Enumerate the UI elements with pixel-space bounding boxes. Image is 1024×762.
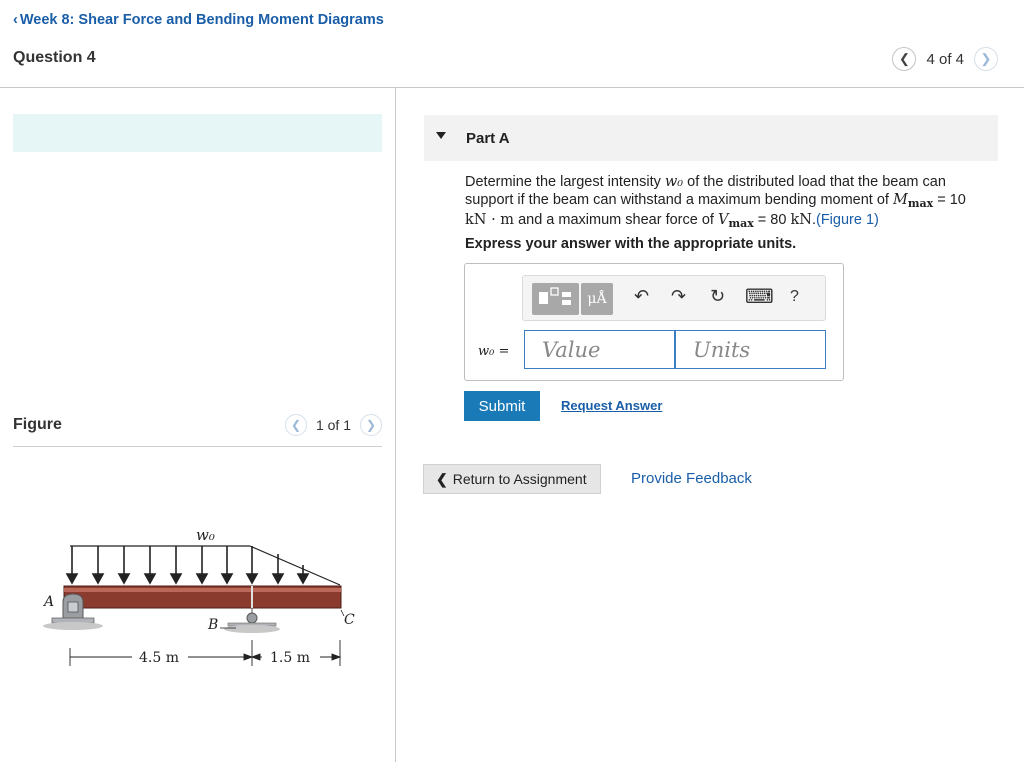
help-icon[interactable]: ? <box>790 288 799 306</box>
provide-feedback-link[interactable]: Provide Feedback <box>631 470 752 487</box>
next-question-button[interactable]: ❯ <box>974 47 998 71</box>
back-link-label: Week 8: Shear Force and Bending Moment D… <box>19 12 384 28</box>
problem-text-4: and a maximum shear force of <box>514 212 718 228</box>
unit-kn: kN <box>790 212 812 228</box>
load-arrows <box>65 546 310 585</box>
load-label: w₀ <box>196 526 215 544</box>
load-taper-line <box>249 545 341 586</box>
keyboard-icon[interactable]: ⌨ <box>745 284 774 308</box>
collapse-triangle-icon[interactable] <box>436 132 446 139</box>
answer-box: μÅ ↶ ↷ ↻ ⌨ ? w₀ = Value Units <box>464 263 844 381</box>
return-to-assignment-button[interactable]: ❮ Return to Assignment <box>423 464 601 494</box>
part-title: Part A <box>466 130 510 147</box>
problem-text-5: = 80 <box>753 212 791 228</box>
dimension-bc: 1.5 m <box>270 650 310 666</box>
units-input[interactable]: Units <box>675 330 826 369</box>
chevron-left-icon: ‹ <box>13 12 18 28</box>
question-pager-text: 4 of 4 <box>926 50 964 68</box>
dimension-ab: 4.5 m <box>139 650 179 666</box>
question-pager: ❮ 4 of 4 ❯ <box>892 47 998 71</box>
problem-text-1: Determine the largest intensity <box>465 174 665 190</box>
vmax-subscript: max <box>728 217 754 230</box>
templates-icon <box>539 287 571 305</box>
unit-kn-m: kN · m <box>465 212 515 228</box>
figure-1-link[interactable]: (Figure 1) <box>816 212 879 228</box>
request-answer-link[interactable]: Request Answer <box>561 398 662 413</box>
next-figure-button[interactable]: ❯ <box>360 414 382 436</box>
w0-label-text: w₀ = <box>478 344 510 359</box>
beam-figure: w₀ A B C 4.5 m 1.5 m <box>42 526 355 666</box>
problem-text-3: = 10 <box>933 191 966 208</box>
intro-banner <box>13 114 382 152</box>
chevron-left-icon: ❮ <box>436 470 448 487</box>
submit-button[interactable]: Submit <box>464 391 540 421</box>
top-bar: ‹ Week 8: Shear Force and Bending Moment … <box>0 0 1024 88</box>
value-input[interactable]: Value <box>524 330 675 369</box>
w0-symbol: w₀ <box>664 174 684 190</box>
problem-statement: Determine the largest intensity w₀ of th… <box>465 174 990 233</box>
label-a: A <box>42 594 54 610</box>
mmax-subscript: max <box>907 196 934 210</box>
label-b: B <box>207 617 218 633</box>
vmax-symbol: V <box>717 212 729 228</box>
units-button[interactable]: μÅ <box>581 283 613 315</box>
previous-question-button[interactable]: ❮ <box>892 47 917 71</box>
answer-instruction: Express your answer with the appropriate… <box>465 236 797 252</box>
beam-highlight <box>64 588 341 592</box>
chevron-left-icon: ❮ <box>899 51 910 66</box>
support-b <box>224 608 280 633</box>
right-pane: Part A Determine the largest intensity w… <box>396 88 1024 762</box>
answer-toolbar: μÅ ↶ ↷ ↻ ⌨ ? <box>522 275 826 321</box>
part-a-header[interactable]: Part A <box>424 115 998 161</box>
chevron-right-icon: ❯ <box>365 418 377 432</box>
mmax-symbol: M <box>892 191 908 208</box>
back-to-week-link[interactable]: ‹ Week 8: Shear Force and Bending Moment … <box>13 12 384 28</box>
reset-icon[interactable]: ↻ <box>710 286 725 307</box>
return-label: Return to Assignment <box>452 471 587 487</box>
templates-button[interactable] <box>532 283 579 315</box>
question-title: Question 4 <box>13 49 96 66</box>
undo-icon[interactable]: ↶ <box>634 286 649 307</box>
label-c: C <box>344 612 355 628</box>
w0-input-label: w₀ = <box>478 343 509 359</box>
redo-icon[interactable]: ↷ <box>671 286 686 307</box>
chevron-right-icon: ❯ <box>980 51 992 66</box>
